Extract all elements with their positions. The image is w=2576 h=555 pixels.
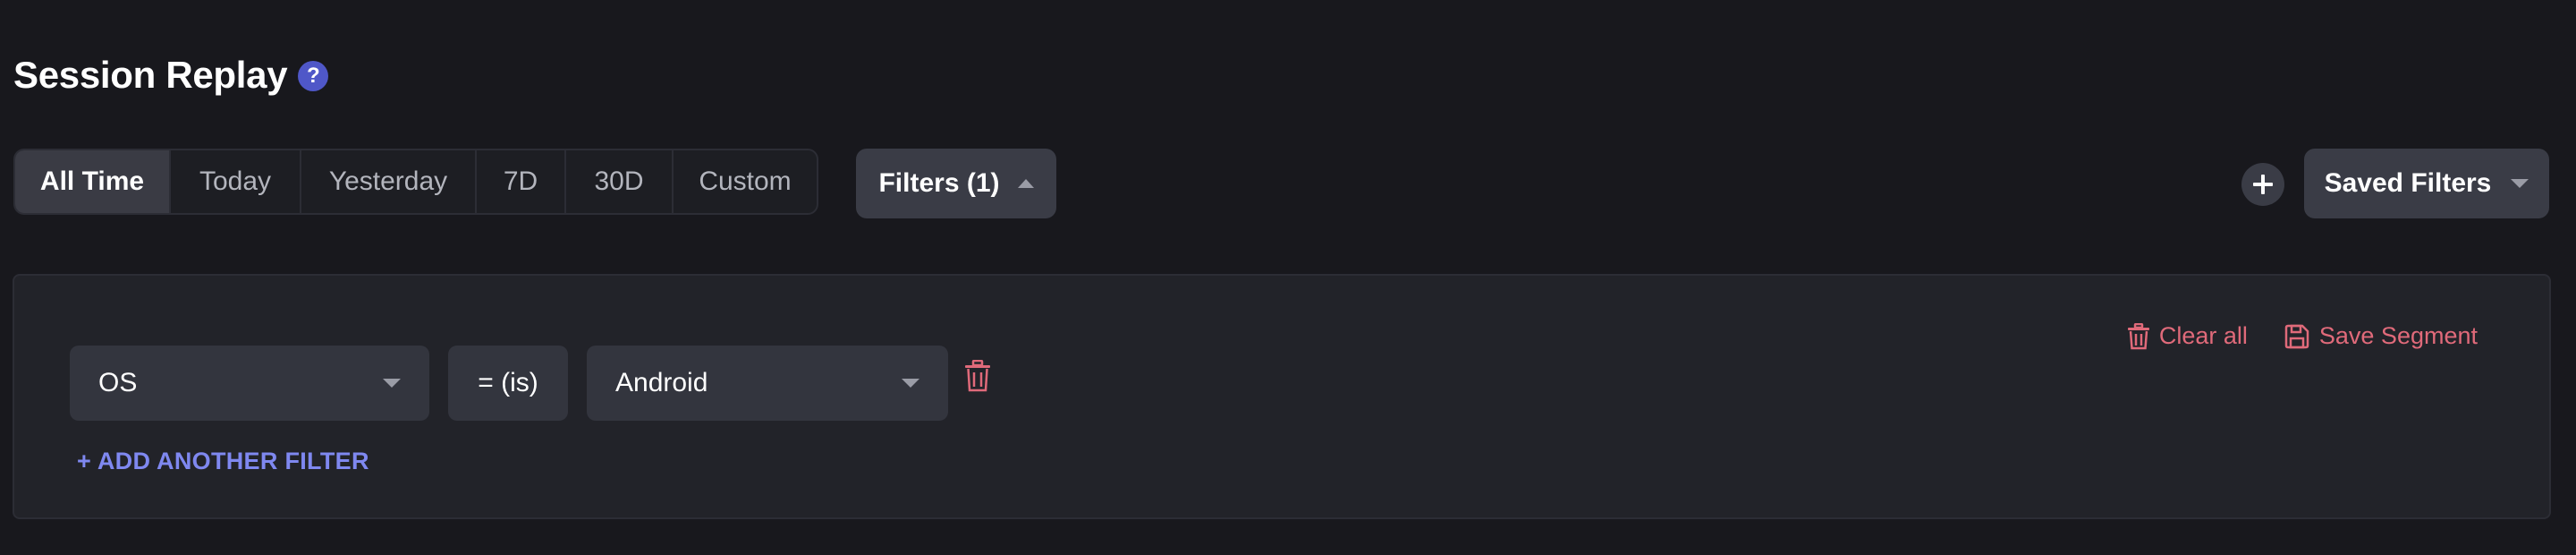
date-range-selector: All Time Today Yesterday 7D 30D Custom <box>13 149 818 215</box>
plus-icon <box>2253 175 2273 194</box>
range-7d-button[interactable]: 7D <box>477 150 566 213</box>
range-custom-button[interactable]: Custom <box>674 150 817 213</box>
chevron-down-icon <box>902 379 919 388</box>
filter-operator-select[interactable]: = (is) <box>448 346 568 421</box>
add-filter-plus-button[interactable] <box>2241 163 2284 206</box>
filters-toggle-button[interactable]: Filters (1) <box>856 149 1056 218</box>
range-today-button[interactable]: Today <box>171 150 301 213</box>
range-yesterday-button[interactable]: Yesterday <box>301 150 477 213</box>
saved-filters-dropdown[interactable]: Saved Filters <box>2304 149 2549 218</box>
help-icon[interactable]: ? <box>298 61 329 91</box>
save-segment-button[interactable]: Save Segment <box>2284 322 2478 350</box>
add-another-filter-link[interactable]: + ADD ANOTHER FILTER <box>77 448 369 475</box>
chevron-up-icon <box>1017 179 1034 188</box>
clear-all-label: Clear all <box>2158 322 2248 349</box>
filter-field-select[interactable]: OS <box>70 346 429 421</box>
trash-icon <box>2127 322 2149 349</box>
chevron-down-icon <box>2511 179 2529 188</box>
range-30d-button[interactable]: 30D <box>566 150 674 213</box>
filter-field-value: OS <box>98 368 138 397</box>
filter-value-text: Android <box>615 368 708 397</box>
page-title: Session Replay <box>13 54 288 96</box>
save-segment-label: Save Segment <box>2318 322 2478 349</box>
save-icon <box>2284 324 2309 348</box>
filters-toggle-label: Filters (1) <box>878 168 1000 198</box>
trash-icon <box>965 359 990 392</box>
chevron-down-icon <box>383 379 401 388</box>
range-all-time-button[interactable]: All Time <box>15 150 171 213</box>
saved-filters-label: Saved Filters <box>2324 168 2492 198</box>
filter-operator-value: = (is) <box>478 368 538 397</box>
page-header: Session Replay ? <box>13 54 329 97</box>
remove-filter-button[interactable] <box>964 359 991 397</box>
clear-all-button[interactable]: Clear all <box>2127 322 2248 350</box>
filter-panel: Clear all Save Segment OS = (is) Android <box>13 274 2551 519</box>
filter-value-select[interactable]: Android <box>587 346 948 421</box>
filter-panel-actions: Clear all Save Segment <box>2127 322 2478 350</box>
